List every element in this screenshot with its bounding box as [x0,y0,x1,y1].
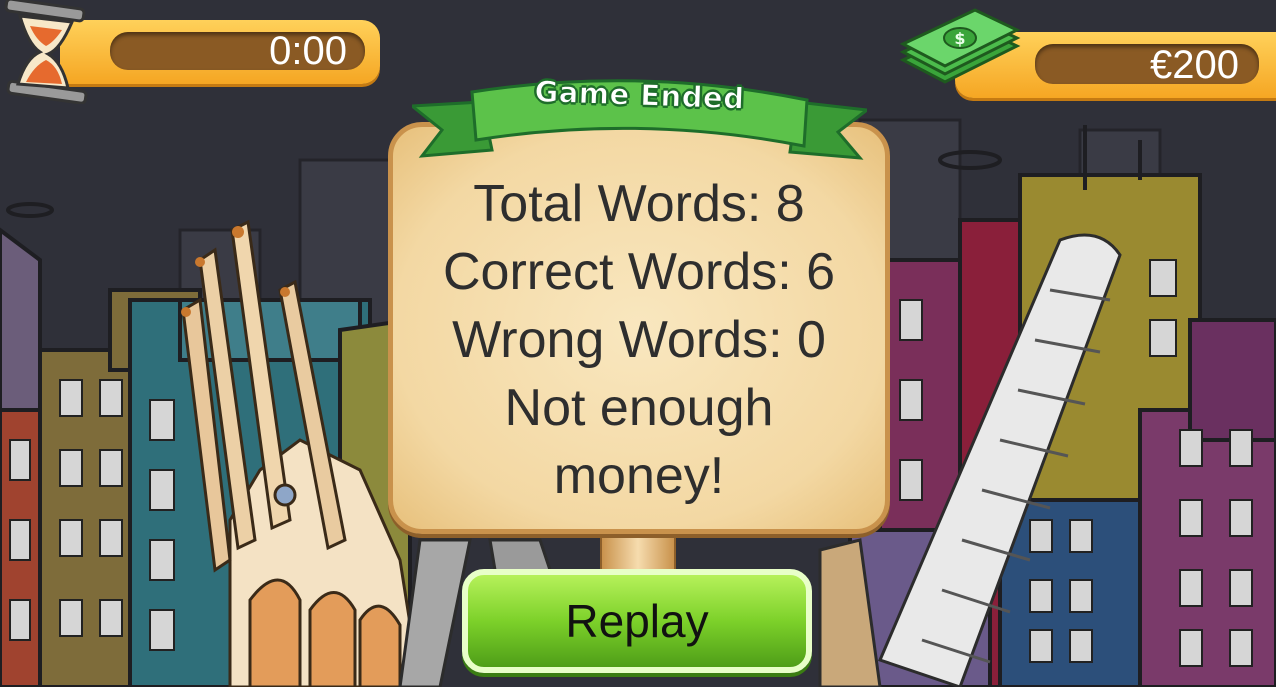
replay-button[interactable]: Replay [462,569,812,673]
money-value: €200 [1150,43,1239,87]
game-over-panel: Total Words: 8 Correct Words: 6 Wrong Wo… [388,122,890,534]
sign-post [600,532,676,574]
timer-display: 0:00 [110,29,365,73]
game-screen: 0:00 €200 $ Total Words: 8 Correct Words… [0,0,1276,687]
total-words-text: Total Words: 8 [473,175,805,233]
cash-stack-icon: $ [899,8,1021,84]
correct-words-text: Correct Words: 6 [442,243,836,301]
money-display: €200 [1035,43,1259,87]
message-line-2: money! [553,447,725,505]
results-text: Total Words: 8 Correct Words: 6 Wrong Wo… [393,170,885,510]
timer-bar: 0:00 [60,20,380,84]
wrong-words-text: Wrong Words: 0 [452,311,826,369]
timer-value: 0:00 [269,29,347,73]
message-line-1: Not enough [504,379,774,437]
svg-text:$: $ [954,29,965,48]
replay-button-label: Replay [565,595,709,647]
hourglass-icon [4,0,88,104]
